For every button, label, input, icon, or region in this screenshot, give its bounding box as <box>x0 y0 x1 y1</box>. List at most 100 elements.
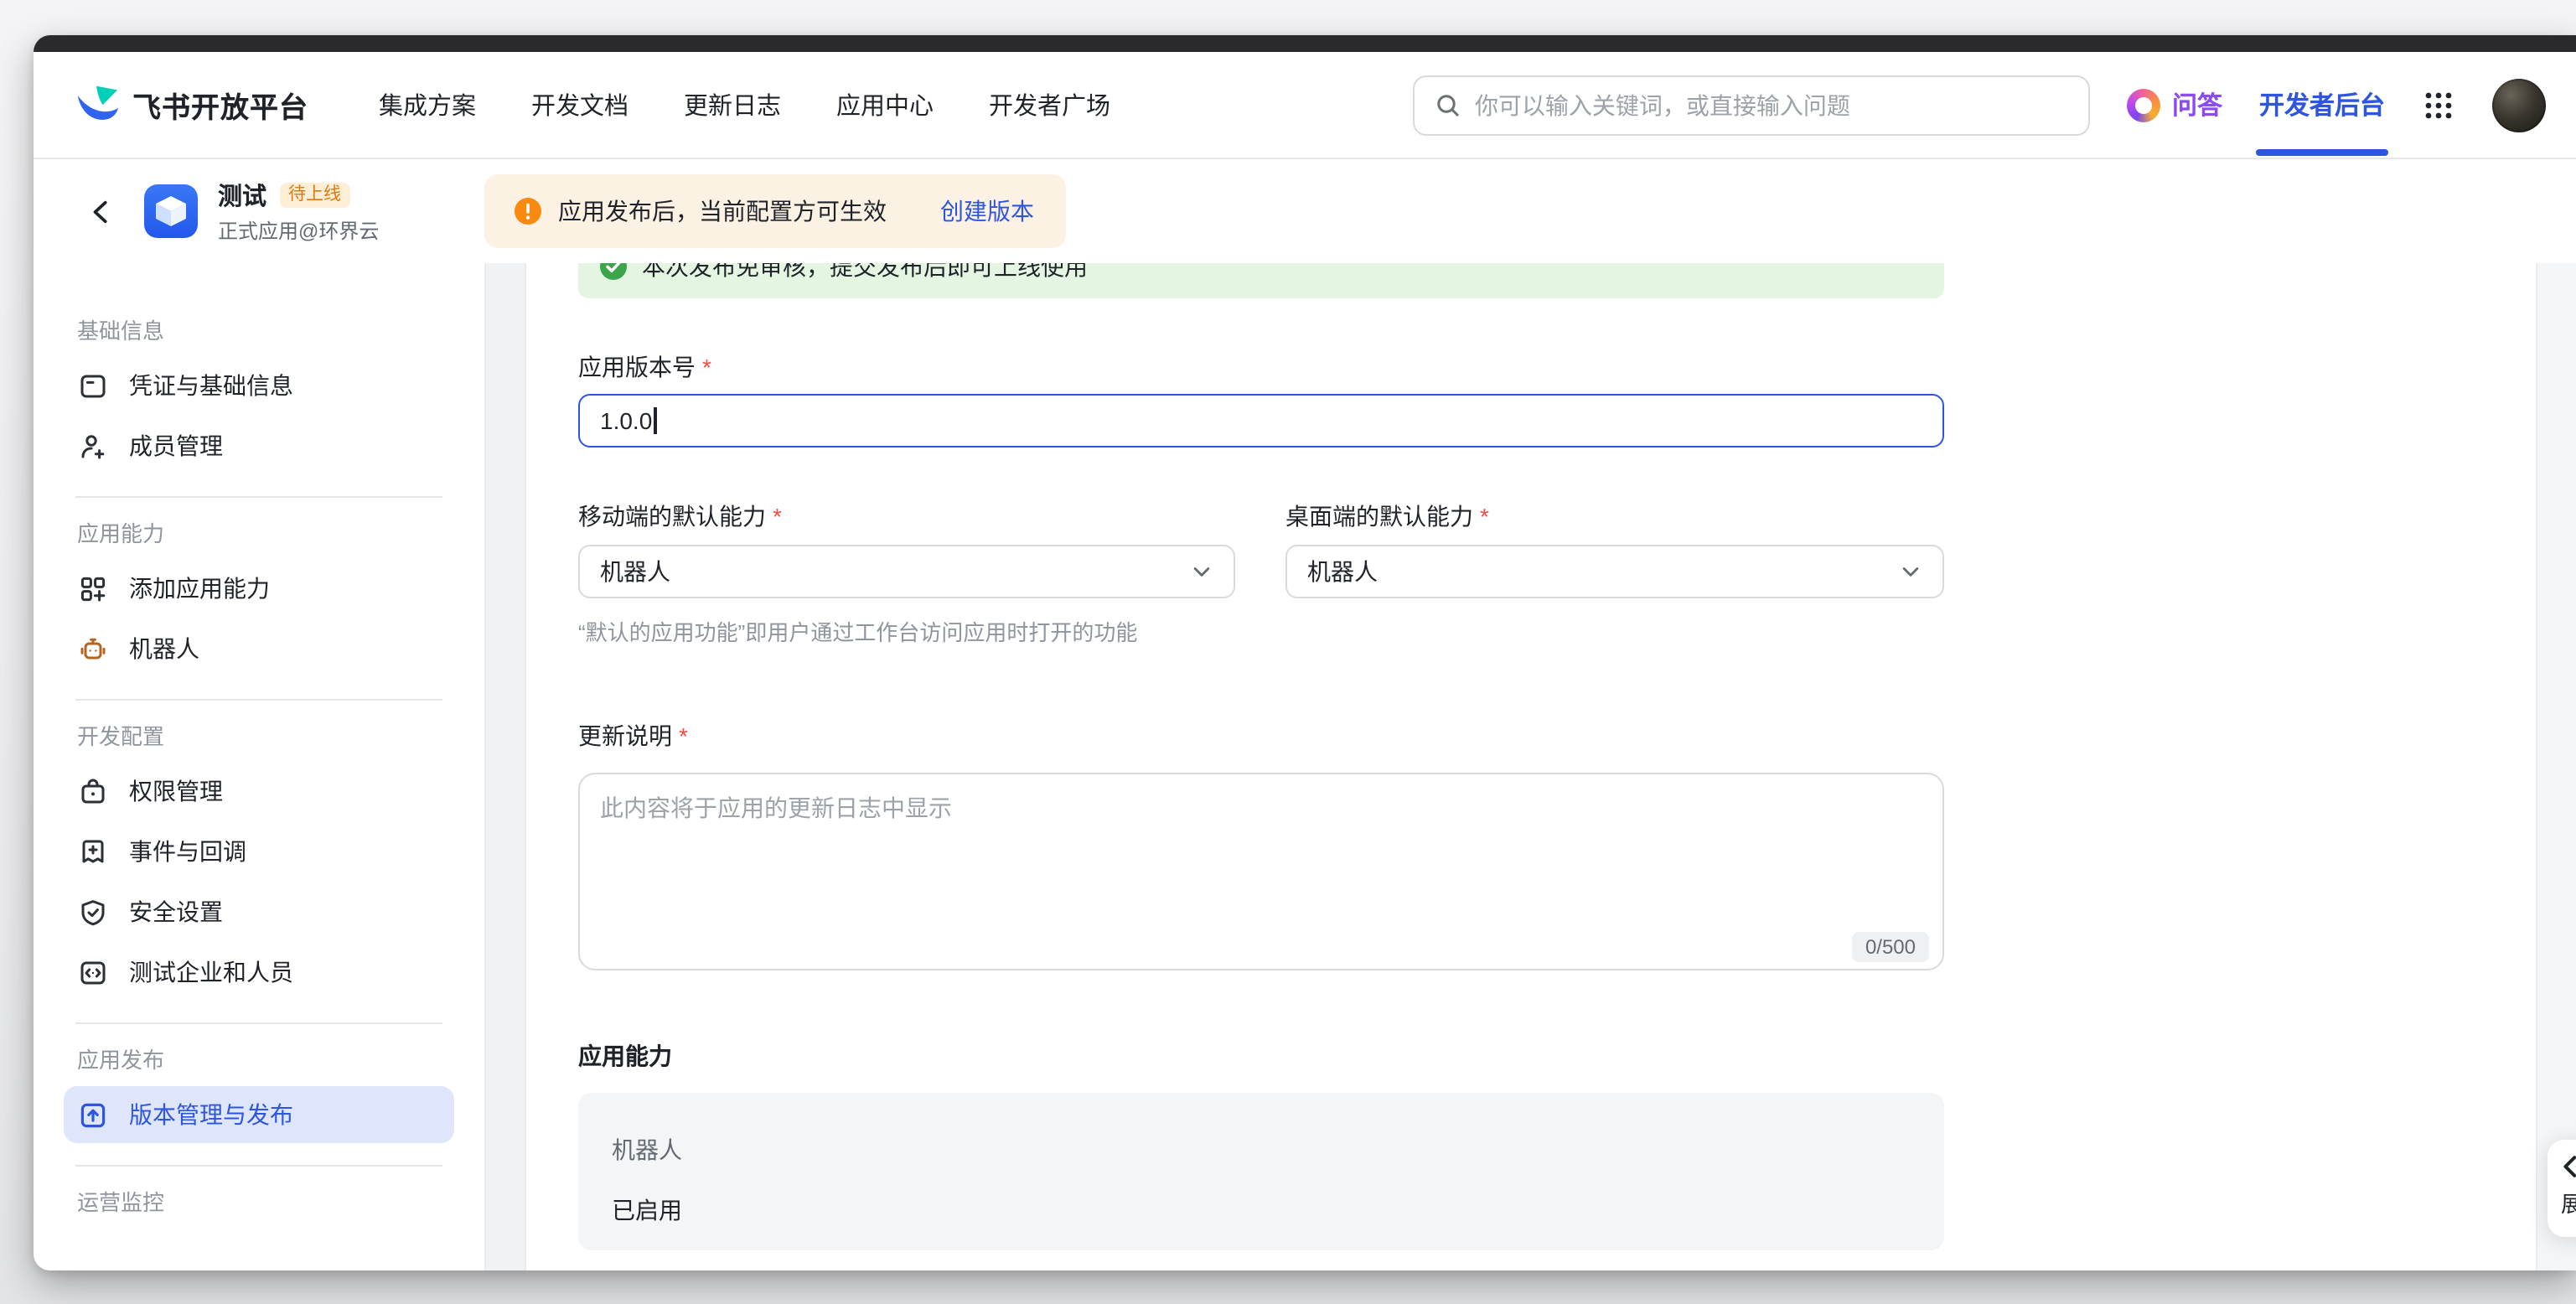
active-tab-underline <box>2256 149 2388 156</box>
capability-name: 机器人 <box>612 1133 1911 1167</box>
capability-hint: “默认的应用功能”即用户通过工作台访问应用时打开的功能 <box>578 615 1235 647</box>
sidebar-item-events[interactable]: 事件与回调 <box>64 823 454 880</box>
update-notes-label: 更新说明* <box>578 719 1944 753</box>
expand-panel-button[interactable]: 展开 <box>2548 1140 2576 1237</box>
sidebar-divider <box>75 699 442 701</box>
desktop-capability-label: 桌面端的默认能力* <box>1285 499 1944 533</box>
nav-docs[interactable]: 开发文档 <box>531 87 628 122</box>
update-notes-textarea[interactable] <box>578 773 1944 970</box>
sidebar-divider <box>75 1165 442 1167</box>
required-mark: * <box>702 354 711 380</box>
grid-add-icon <box>79 574 107 603</box>
sidebar-item-test-company[interactable]: 测试企业和人员 <box>64 944 454 1001</box>
nav-changelog[interactable]: 更新日志 <box>684 87 781 122</box>
feishu-logo[interactable]: 飞书开放平台 <box>75 83 308 127</box>
user-avatar[interactable] <box>2492 78 2546 132</box>
create-version-link[interactable]: 创建版本 <box>940 194 1034 228</box>
version-value: 1.0.0 <box>600 407 652 434</box>
publish-warning-banner: 应用发布后，当前配置方可生效 创建版本 <box>484 174 1066 248</box>
sidebar-item-security[interactable]: 安全设置 <box>64 883 454 940</box>
logo-text: 飞书开放平台 <box>132 84 308 126</box>
chevron-down-icon <box>1899 560 1922 583</box>
sidebar-item-label: 安全设置 <box>129 895 223 929</box>
search-input[interactable]: 你可以输入关键词，或直接输入问题 <box>1413 75 2090 135</box>
apps-grid-icon[interactable] <box>2422 88 2455 122</box>
code-test-icon <box>79 958 107 986</box>
sidebar-item-label: 凭证与基础信息 <box>129 369 293 402</box>
capability-card: 机器人 已启用 <box>578 1093 1944 1250</box>
sidebar-item-add-capability[interactable]: 添加应用能力 <box>64 560 454 617</box>
sidebar-item-label: 事件与回调 <box>129 835 246 868</box>
global-header: 飞书开放平台 集成方案 开发文档 更新日志 应用中心 开发者广场 你可以输入关键… <box>34 52 2576 159</box>
sidebar-item-label: 成员管理 <box>129 429 223 463</box>
publish-up-icon <box>79 1100 107 1129</box>
sidebar: 基础信息 凭证与基础信息 <box>34 263 484 1270</box>
capability-section-title: 应用能力 <box>578 1039 1944 1073</box>
sidebar-item-members[interactable]: 成员管理 <box>64 417 454 474</box>
sidebar-section-dev-config: 开发配置 <box>77 722 441 753</box>
success-alert-text: 本次发布免审核，提交发布后即可上线使用 <box>642 263 1088 283</box>
developer-console-tab[interactable]: 开发者后台 <box>2259 87 2385 122</box>
shield-check-icon <box>79 898 107 926</box>
warning-text: 应用发布后，当前配置方可生效 <box>558 194 887 228</box>
search-placeholder: 你可以输入关键词，或直接输入问题 <box>1475 88 1850 122</box>
sidebar-section-capabilities: 应用能力 <box>77 520 441 550</box>
chevron-left-icon <box>88 199 113 224</box>
mobile-capability-select[interactable]: 机器人 <box>578 545 1235 598</box>
version-input[interactable]: 1.0.0 <box>578 394 1944 448</box>
expand-label: 展开 <box>2561 1187 2576 1219</box>
app-meta: 测试 待上线 正式应用@环界云 <box>218 178 379 245</box>
sidebar-section-release: 应用发布 <box>77 1046 441 1076</box>
desktop-capability-select[interactable]: 机器人 <box>1285 545 1944 598</box>
qa-label: 问答 <box>2172 87 2222 122</box>
event-callback-icon <box>79 837 107 866</box>
app-icon <box>144 184 198 238</box>
capability-status: 已启用 <box>612 1193 1911 1227</box>
sidebar-scrollbar-track[interactable] <box>484 263 526 1270</box>
status-badge: 待上线 <box>280 184 349 208</box>
sidebar-item-permissions[interactable]: 权限管理 <box>64 763 454 820</box>
sidebar-divider <box>75 496 442 498</box>
version-label: 应用版本号* <box>578 350 1944 384</box>
app-header-bar: 测试 待上线 正式应用@环界云 应用发布后，当前配置方可生效 创建版本 <box>34 159 2576 263</box>
warning-icon <box>515 198 541 225</box>
sidebar-item-label: 权限管理 <box>129 774 223 808</box>
qa-link[interactable]: 问答 <box>2127 87 2222 122</box>
sidebar-item-label: 版本管理与发布 <box>129 1098 293 1131</box>
nav-integrations[interactable]: 集成方案 <box>379 87 476 122</box>
sidebar-item-version-release[interactable]: 版本管理与发布 <box>64 1086 454 1143</box>
double-chevron-left-icon <box>2561 1153 2576 1180</box>
main-scrollbar-track[interactable] <box>2536 263 2576 1270</box>
sidebar-section-monitoring: 运营监控 <box>77 1188 441 1219</box>
desktop-capability-value: 机器人 <box>1307 555 1378 588</box>
console-label: 开发者后台 <box>2259 92 2385 121</box>
back-button[interactable] <box>80 191 121 231</box>
text-caret <box>654 407 656 434</box>
nav-app-center[interactable]: 应用中心 <box>836 87 934 122</box>
qa-ring-icon <box>2127 88 2160 122</box>
required-mark: * <box>1480 503 1489 530</box>
app-subtitle: 正式应用@环界云 <box>218 216 379 245</box>
sidebar-item-label: 测试企业和人员 <box>129 955 293 989</box>
required-mark: * <box>679 722 688 749</box>
sidebar-item-credentials[interactable]: 凭证与基础信息 <box>64 357 454 414</box>
permission-lock-icon <box>79 777 107 805</box>
success-check-icon <box>600 263 627 280</box>
nav-dev-plaza[interactable]: 开发者广场 <box>989 87 1110 122</box>
id-card-icon <box>79 371 107 400</box>
robot-icon <box>79 634 107 663</box>
sidebar-item-label: 机器人 <box>129 632 199 665</box>
sidebar-item-bot[interactable]: 机器人 <box>64 620 454 677</box>
main-content: 本次发布免审核，提交发布后即可上线使用 应用版本号* 1.0.0 移动端的默 <box>526 263 2576 1270</box>
required-mark: * <box>773 503 782 530</box>
browser-window: 飞书开放平台 集成方案 开发文档 更新日志 应用中心 开发者广场 你可以输入关键… <box>34 35 2576 1270</box>
app-name: 测试 <box>218 178 266 213</box>
search-icon <box>1435 91 1461 118</box>
mobile-capability-label: 移动端的默认能力* <box>578 499 1235 533</box>
global-nav: 集成方案 开发文档 更新日志 应用中心 开发者广场 <box>379 87 1110 122</box>
member-add-icon <box>79 432 107 460</box>
window-titlebar <box>34 35 2576 52</box>
feishu-bird-icon <box>75 83 119 127</box>
sidebar-section-basic-info: 基础信息 <box>77 317 441 347</box>
header-right: 你可以输入关键词，或直接输入问题 问答 开发者后台 <box>1413 75 2546 135</box>
